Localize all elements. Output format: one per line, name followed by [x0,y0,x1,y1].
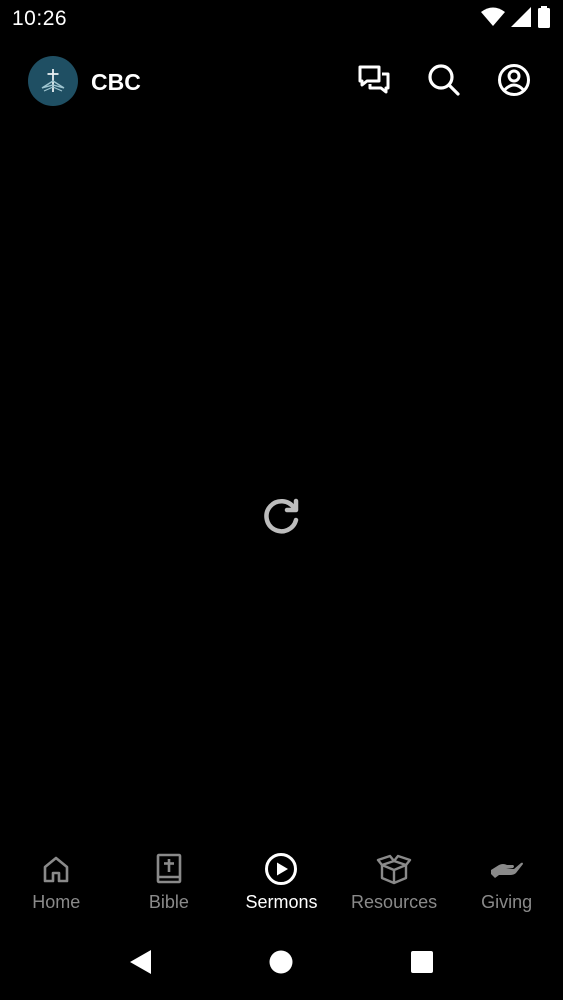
app-bar: CBC [0,50,563,114]
home-icon [38,851,74,887]
back-icon [127,948,153,981]
nav-label-bible: Bible [148,892,189,912]
search-icon [427,63,461,102]
play-circle-icon [263,851,299,887]
reload-icon [261,496,303,543]
nav-item-giving[interactable]: Giving [450,840,563,930]
bottom-nav: Home Bible Sermons Resources Giving [0,840,563,930]
status-icons [481,5,551,33]
reload-button[interactable] [259,496,305,542]
account-icon [497,63,531,102]
system-nav [0,932,563,992]
app-actions [355,63,533,101]
bible-icon [151,851,187,887]
system-back-button[interactable] [124,948,156,980]
system-home-button[interactable] [265,948,297,980]
recents-icon [409,949,435,980]
box-icon [376,851,412,887]
nav-label-sermons: Sermons [245,892,318,912]
giving-hand-icon [489,851,525,887]
chat-icon [357,64,391,101]
nav-item-resources[interactable]: Resources [338,840,451,930]
nav-label-home: Home [32,892,81,912]
status-bar: 10:26 [0,0,563,38]
church-logo [28,56,78,106]
nav-item-sermons[interactable]: Sermons [225,840,338,930]
nav-item-bible[interactable]: Bible [113,840,226,930]
nav-label-giving: Giving [481,892,533,912]
nav-label-resources: Resources [351,892,438,912]
account-button[interactable] [495,63,533,101]
search-button[interactable] [425,63,463,101]
chat-button[interactable] [355,63,393,101]
home-circle-icon [268,949,294,980]
wifi-icon [481,7,505,32]
battery-icon [537,5,551,33]
system-recents-button[interactable] [406,948,438,980]
app-title: CBC [91,69,141,95]
status-time: 10:26 [12,7,68,30]
cellular-signal-icon [511,6,531,32]
nav-item-home[interactable]: Home [0,840,113,930]
